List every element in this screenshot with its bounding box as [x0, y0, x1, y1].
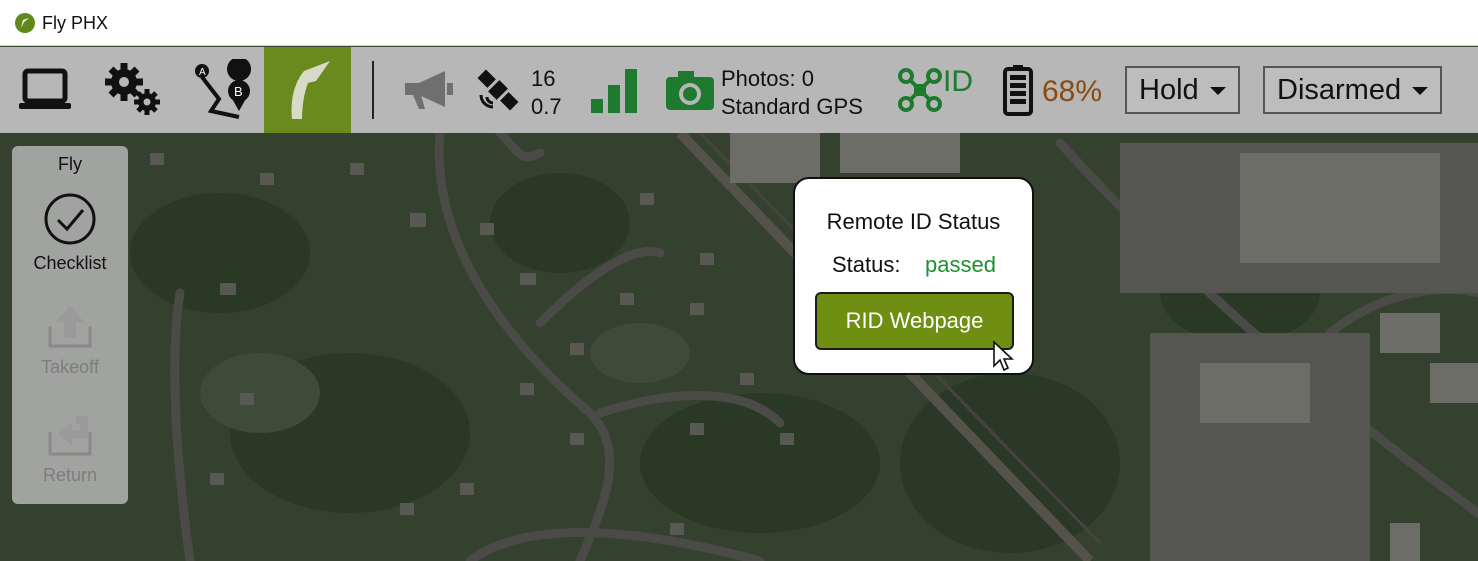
rid-webpage-button[interactable]: RID Webpage	[815, 292, 1014, 350]
return-label: Return	[42, 465, 98, 485]
checklist-button[interactable]: Checklist	[12, 192, 128, 274]
satellite-icon[interactable]	[472, 47, 524, 133]
laptop-icon[interactable]	[10, 47, 80, 133]
battery-icon[interactable]	[1000, 47, 1036, 133]
status-label: Status:	[832, 252, 901, 277]
route-a-b-icon[interactable]: A B	[185, 47, 255, 133]
arm-state-value: Disarmed	[1277, 73, 1402, 106]
signal-bars-icon[interactable]	[588, 47, 642, 133]
camera-icon[interactable]	[662, 47, 718, 133]
mouse-cursor-icon	[993, 340, 1015, 372]
camera-readout: Photos: 0 Standard GPS	[721, 65, 863, 121]
checkmark-circle-icon	[44, 193, 96, 245]
toolbar-separator	[372, 61, 374, 119]
satellite-hdop: 0.7	[531, 94, 562, 119]
drone-id-icon[interactable]	[896, 47, 944, 133]
popup-title: Remote ID Status	[826, 209, 1001, 234]
camera-mode: Standard GPS	[721, 94, 863, 119]
map-imagery	[0, 133, 1478, 561]
chevron-down-icon	[1412, 87, 1428, 95]
satellite-count: 16	[531, 66, 556, 91]
remote-id-label[interactable]: ID	[943, 65, 973, 99]
gears-icon[interactable]	[98, 47, 168, 133]
status-value: passed	[925, 252, 996, 277]
svg-text:A: A	[199, 67, 206, 78]
flight-mode-value: Hold	[1139, 73, 1199, 106]
title-bar: Fly PHX	[0, 0, 1478, 46]
chevron-down-icon	[1210, 87, 1226, 95]
takeoff-icon	[48, 306, 92, 348]
battery-percentage: 68%	[1042, 75, 1103, 108]
checklist-label: Checklist	[33, 253, 107, 273]
satellite-map[interactable]	[0, 133, 1478, 561]
photo-count: Photos: 0	[721, 66, 814, 91]
fly-panel-title: Fly	[58, 154, 82, 174]
main-toolbar: A B 16 0.7 Photos: 0 Standard GPS ID 68%…	[0, 47, 1478, 133]
return-button[interactable]: Return	[12, 412, 128, 486]
app-logo-icon	[15, 13, 35, 33]
takeoff-button[interactable]: Takeoff	[12, 304, 128, 378]
svg-text:B: B	[234, 84, 243, 99]
takeoff-label: Takeoff	[41, 357, 99, 377]
arm-state-dropdown[interactable]: Disarmed	[1263, 66, 1442, 114]
plane-icon[interactable]	[264, 47, 351, 133]
flight-mode-dropdown[interactable]: Hold	[1125, 66, 1240, 114]
satellite-readout: 16 0.7	[531, 65, 562, 121]
return-icon	[48, 416, 92, 456]
megaphone-icon[interactable]	[398, 47, 458, 133]
window-title: Fly PHX	[42, 13, 109, 33]
fly-panel: Fly Checklist Takeoff Return	[12, 146, 128, 504]
